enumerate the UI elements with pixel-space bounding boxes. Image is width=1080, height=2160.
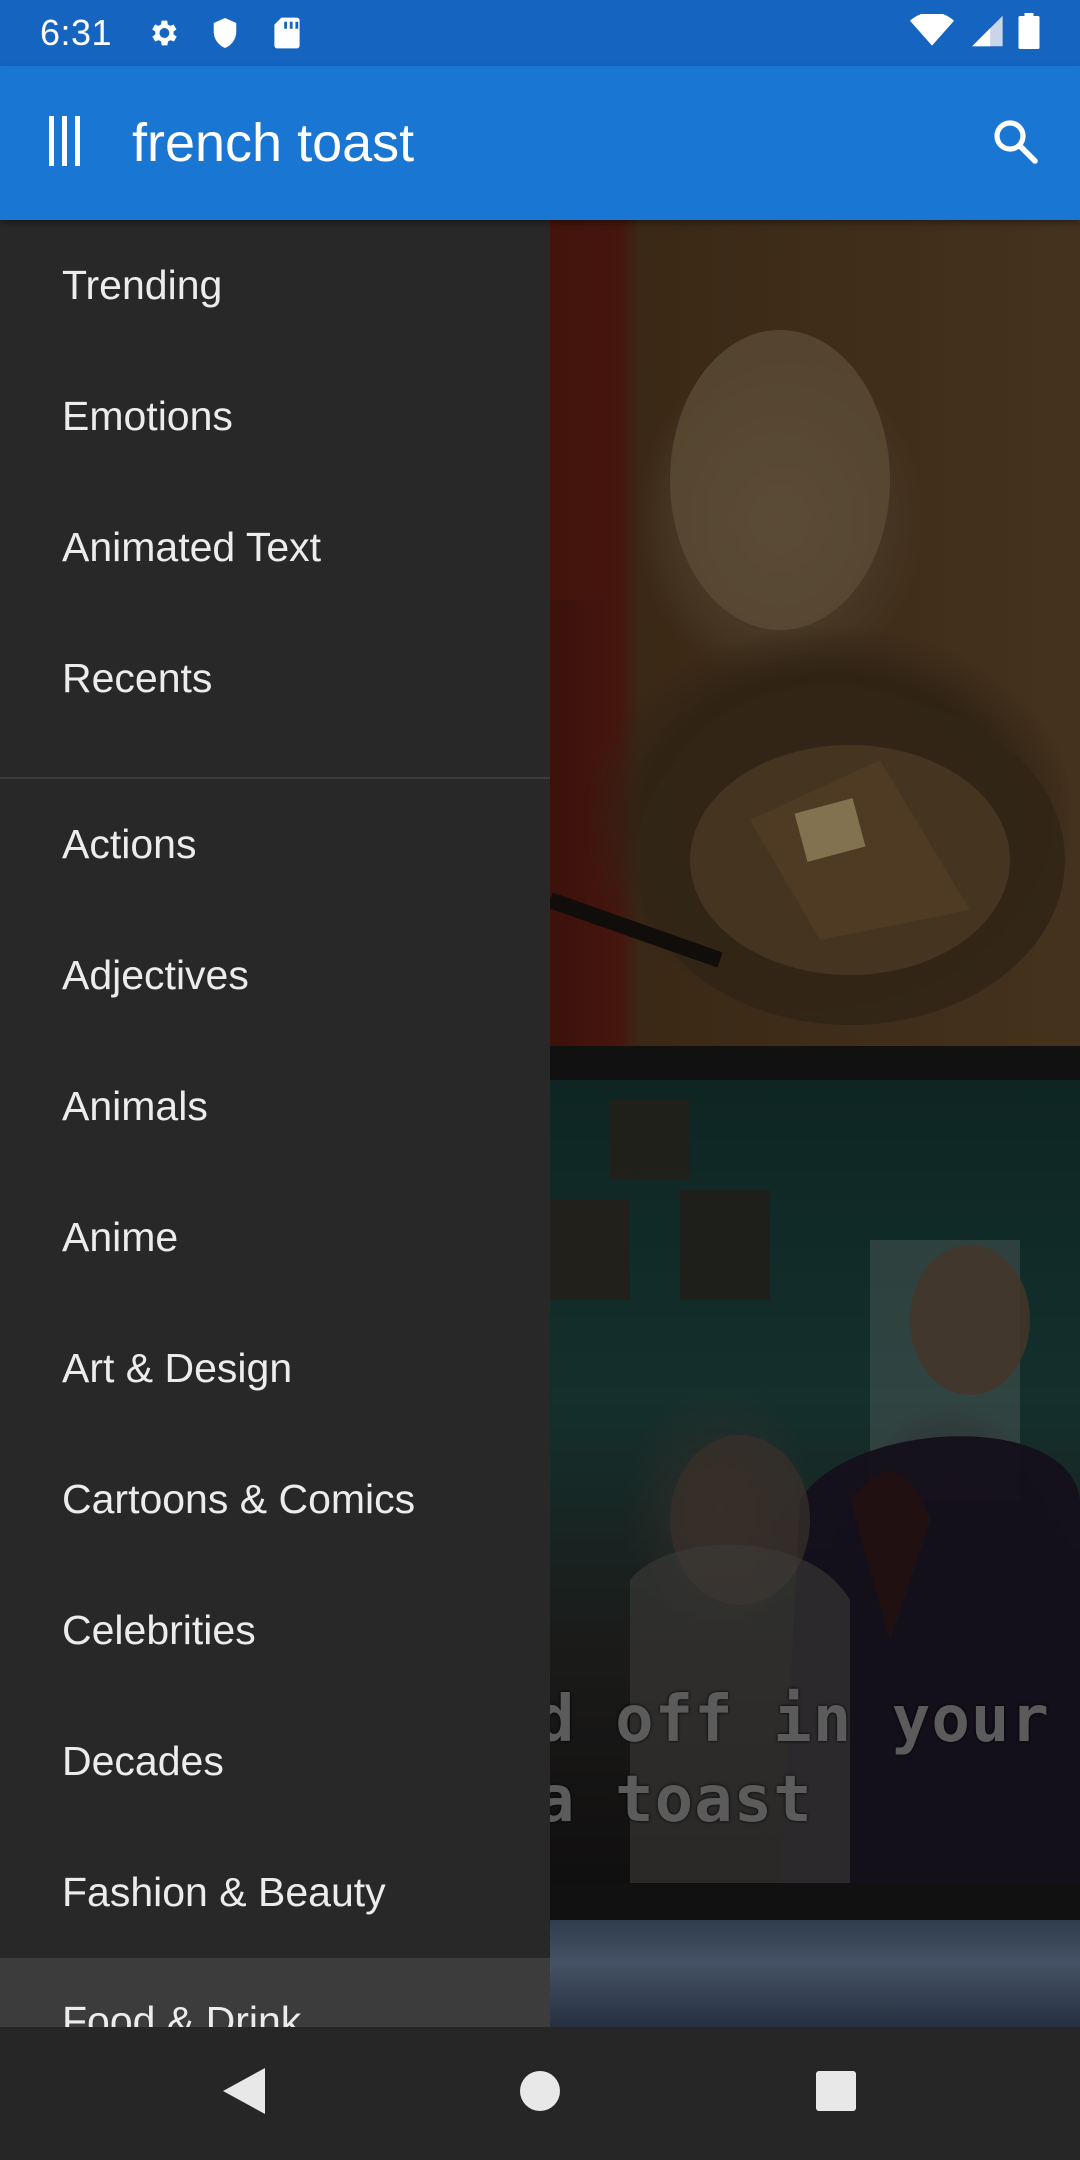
drawer-item-celebrities[interactable]: Celebrities	[0, 1565, 550, 1696]
screen: 6:31 french toast d off in your a toast …	[0, 0, 1080, 2160]
drawer-item-actions[interactable]: Actions	[0, 779, 550, 910]
shield-icon	[208, 16, 242, 50]
sd-card-icon	[270, 16, 304, 50]
drawer-item-food-drink[interactable]: Food & Drink	[0, 1958, 550, 2027]
drawer-item-label: Animals	[62, 1083, 208, 1129]
drawer-item-label: Adjectives	[62, 952, 249, 998]
drawer-item-recents[interactable]: Recents	[0, 613, 550, 744]
drawer-item-anime[interactable]: Anime	[0, 1172, 550, 1303]
gear-icon	[146, 16, 180, 50]
search-icon	[991, 117, 1039, 170]
recents-icon	[815, 2070, 857, 2117]
drawer-item-label: Food & Drink	[62, 1998, 302, 2027]
drawer-item-animated-text[interactable]: Animated Text	[0, 482, 550, 613]
drawer-item-adjectives[interactable]: Adjectives	[0, 910, 550, 1041]
recents-button[interactable]	[688, 2027, 984, 2160]
drawer-item-label: Recents	[62, 655, 213, 701]
drawer-item-cartoons-comics[interactable]: Cartoons & Comics	[0, 1434, 550, 1565]
back-button[interactable]	[96, 2027, 392, 2160]
status-time: 6:31	[40, 12, 113, 53]
menu-button[interactable]	[0, 66, 130, 220]
cell-signal-icon	[968, 14, 1004, 53]
drawer-item-label: Animated Text	[62, 524, 322, 570]
drawer-item-label: Cartoons & Comics	[62, 1476, 416, 1522]
drawer-item-label: Fashion & Beauty	[62, 1869, 386, 1915]
drawer-scrim[interactable]	[550, 220, 1080, 2027]
drawer-item-label: Celebrities	[62, 1607, 256, 1653]
search-button[interactable]	[950, 66, 1080, 220]
status-bar: 6:31	[0, 0, 1080, 66]
drawer-item-animals[interactable]: Animals	[0, 1041, 550, 1172]
system-navigation-bar	[0, 2027, 1080, 2160]
drawer-item-label: Art & Design	[62, 1345, 293, 1391]
home-icon	[519, 2070, 561, 2117]
drawer-item-emotions[interactable]: Emotions	[0, 351, 550, 482]
drawer-item-label: Anime	[62, 1214, 179, 1260]
status-right-icons	[910, 11, 1040, 54]
drawer-item-label: Trending	[62, 262, 223, 308]
menu-icon	[47, 115, 83, 171]
drawer-item-art-design[interactable]: Art & Design	[0, 1303, 550, 1434]
drawer-item-label: Actions	[62, 821, 197, 867]
navigation-drawer: Trending Emotions Animated Text Recents …	[0, 220, 550, 2027]
drawer-item-trending[interactable]: Trending	[0, 220, 550, 351]
wifi-icon	[910, 11, 954, 53]
drawer-item-fashion-beauty[interactable]: Fashion & Beauty	[0, 1827, 550, 1958]
home-button[interactable]	[392, 2027, 688, 2160]
search-query-text[interactable]: french toast	[130, 112, 950, 174]
drawer-item-label: Decades	[62, 1738, 224, 1784]
back-icon	[221, 2066, 267, 2121]
drawer-item-label: Emotions	[62, 393, 233, 439]
drawer-item-decades[interactable]: Decades	[0, 1696, 550, 1827]
app-bar: french toast	[0, 66, 1080, 220]
battery-icon	[1018, 12, 1040, 54]
